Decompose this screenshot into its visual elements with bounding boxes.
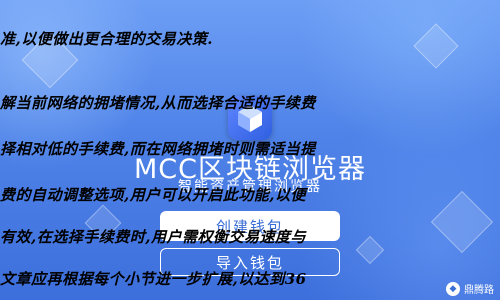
overlay-text-line: 文章应再根据每个小节进一步扩展,以达到36 (0, 270, 307, 288)
watermark-label: 鼎腾路 (464, 285, 494, 296)
overlay-text-line: 费的自动调整选项,用户可以开启此功能,以便 (0, 186, 306, 204)
watermark: ◆ 鼎腾路 (446, 281, 494, 296)
overlay-text-line: 解当前网络的拥堵情况,从而选择合适的手续费 (0, 94, 316, 112)
overlay-text-line: 择相对低的手续费,而在网络拥堵时则需适当提 (0, 140, 316, 158)
overlay-text-line: 有效,在选择手续费时,用户需权衡交易速度与 (0, 228, 306, 246)
overlay-text-line: 准,以便做出更合理的交易决策. (0, 30, 213, 48)
watermark-logo-icon: ◆ (446, 281, 460, 296)
